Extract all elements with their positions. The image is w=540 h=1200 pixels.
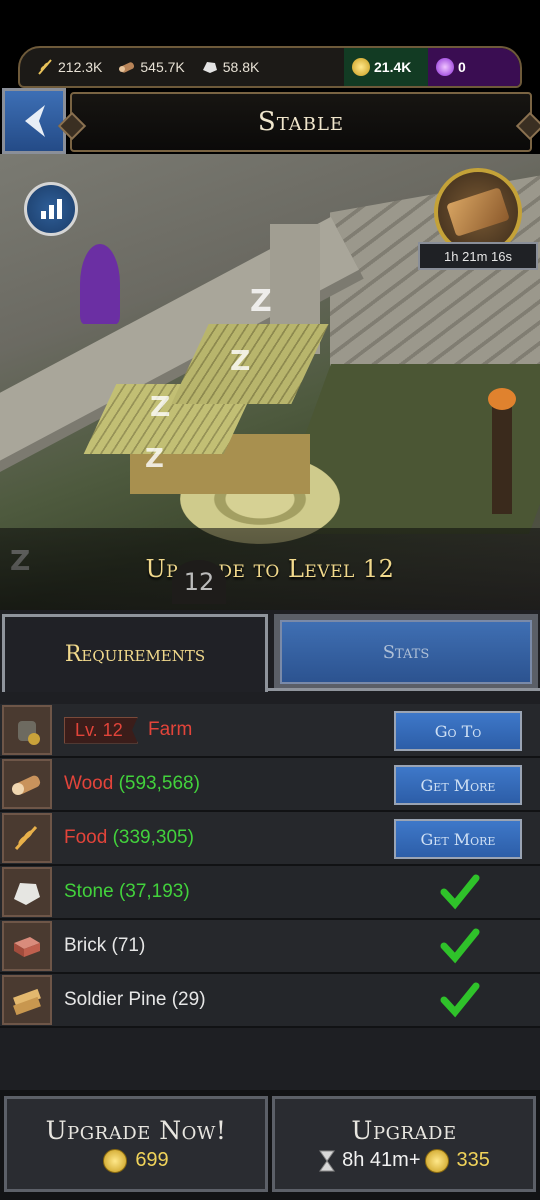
list-item-farm: Lv. 12 Farm Go To (0, 704, 540, 758)
page-title: Stable (257, 107, 345, 137)
list-item-food: Food (339,305) Get More (0, 812, 540, 866)
resource-gold[interactable]: 21.4K (344, 48, 428, 86)
requirement-amount: (37,193) (118, 881, 190, 902)
list-item-brick: Brick (71) (0, 920, 540, 974)
gems-amount: 0 (458, 59, 466, 75)
system-status-bar (0, 0, 540, 42)
chevron-left-icon (25, 105, 45, 137)
lumber-icon (446, 187, 510, 237)
upgrade-now-cost: 699 (135, 1149, 169, 1171)
gold-coin-icon (103, 1148, 128, 1173)
go-to-button[interactable]: Go To (394, 711, 522, 751)
upgrade-now-label: Upgrade Now! (45, 1115, 227, 1145)
upgrade-cost: 335 (456, 1149, 490, 1171)
check-icon (440, 928, 480, 964)
sleep-z-icon: Z (145, 444, 164, 474)
bar-chart-icon (40, 211, 46, 219)
tab-stats[interactable]: Stats (274, 614, 538, 690)
sleep-z-icon: Z (150, 390, 171, 423)
requirement-amount: (593,568) (118, 773, 200, 794)
food-icon (2, 813, 52, 863)
upgrade-time: 8h 41m+ (342, 1149, 421, 1171)
tab-requirements[interactable]: Requirements (2, 614, 268, 692)
resource-bar: 212.3K 545.7K 58.8K 21.4K 0 (18, 46, 522, 88)
check-icon (440, 874, 480, 910)
brick-icon (2, 921, 52, 971)
purple-robed-figure (80, 244, 120, 324)
stable-building[interactable] (83, 324, 329, 494)
upgrade-button[interactable]: Upgrade 8h 41m+ 335 (272, 1096, 536, 1192)
wood-icon (2, 759, 52, 809)
requirement-amount: (339,305) (112, 827, 194, 848)
upgrade-banner: Upgrade to Level 12 (0, 528, 540, 610)
get-more-button[interactable]: Get More (394, 819, 522, 859)
requirement-name: Wood (64, 773, 114, 794)
food-amount: 212.3K (58, 59, 103, 75)
gold-amount: 21.4K (374, 59, 412, 75)
timer-label: 1h 21m 16s (418, 242, 538, 270)
gold-coin-icon (352, 58, 370, 76)
resource-stone[interactable]: 58.8K (193, 48, 268, 86)
requirement-name: Stone (64, 881, 114, 902)
resource-gems[interactable]: 0 (428, 48, 520, 86)
production-timer[interactable]: 1h 21m 16s (418, 168, 538, 272)
stone-amount: 58.8K (222, 59, 260, 75)
level-tag: Lv. 12 (64, 716, 138, 744)
requirement-name: Soldier Pine (29) (64, 989, 206, 1010)
title-bar: Stable (70, 92, 532, 152)
sleep-z-icon: Z (250, 284, 272, 319)
check-icon (440, 982, 480, 1018)
stone-icon (2, 867, 52, 917)
tab-stats-label: Stats (382, 641, 430, 663)
log-icon (119, 62, 135, 73)
back-button[interactable] (2, 88, 66, 154)
hourglass-icon (319, 1150, 336, 1171)
wheat-icon (38, 59, 52, 75)
sleep-z-icon: Z (230, 344, 251, 377)
upgrade-now-button[interactable]: Upgrade Now! 699 (4, 1096, 268, 1192)
list-item-wood: Wood (593,568) Get More (0, 758, 540, 812)
requirement-name: Brick (71) (64, 935, 146, 956)
building-level-badge: 12 (172, 560, 226, 604)
stone-icon (202, 62, 217, 73)
resource-food[interactable]: 212.3K (20, 48, 110, 86)
soldier-pine-icon (2, 975, 52, 1025)
farm-icon (2, 705, 52, 755)
requirement-name: Food (64, 827, 108, 848)
requirement-name: Farm (148, 719, 193, 740)
gem-icon (436, 58, 454, 76)
tab-requirements-label: Requirements (64, 642, 206, 667)
list-item-stone: Stone (37,193) (0, 866, 540, 920)
stats-button[interactable] (24, 182, 78, 236)
torch (488, 388, 516, 514)
tab-divider (268, 688, 540, 691)
gold-coin-icon (424, 1148, 449, 1173)
requirements-list: Lv. 12 Farm Go To Wood (593,568) Get Mor… (0, 704, 540, 1028)
get-more-button[interactable]: Get More (394, 765, 522, 805)
upgrade-label: Upgrade (351, 1115, 457, 1145)
wood-amount: 545.7K (140, 59, 185, 75)
list-item-soldier-pine: Soldier Pine (29) (0, 974, 540, 1028)
resource-wood[interactable]: 545.7K (110, 48, 192, 86)
